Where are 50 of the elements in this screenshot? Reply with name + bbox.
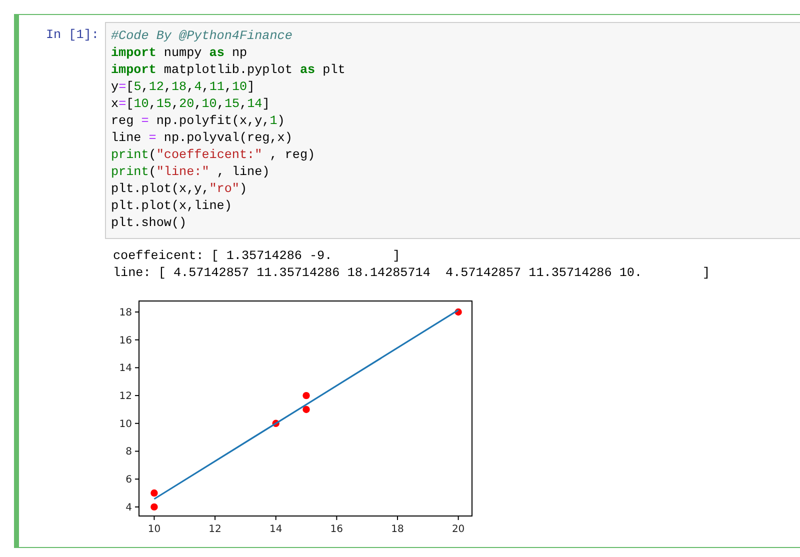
code-line: reg = np.polyfit(x,y,1) bbox=[111, 113, 286, 130]
code-line: line = np.polyval(reg,x) bbox=[111, 130, 294, 147]
input-prompt: In [1]: bbox=[45, 27, 100, 44]
code-line: plt.plot(x,y,"ro") bbox=[111, 181, 248, 198]
y-tick-label: 8 bbox=[126, 446, 132, 458]
data-point bbox=[150, 489, 158, 497]
x-tick: 10 bbox=[148, 516, 161, 535]
x-tick-label: 14 bbox=[269, 524, 282, 535]
y-tick: 8 bbox=[126, 446, 140, 458]
y-tick: 18 bbox=[119, 308, 140, 318]
y-tick-label: 18 bbox=[119, 308, 132, 318]
x-tick-label: 20 bbox=[452, 524, 465, 535]
code-editor[interactable] bbox=[105, 22, 800, 239]
x-tick: 18 bbox=[391, 516, 404, 535]
y-tick: 12 bbox=[119, 391, 140, 402]
code-line: import numpy as np bbox=[111, 45, 248, 62]
x-tick: 16 bbox=[330, 516, 344, 535]
y-tick: 16 bbox=[119, 335, 140, 346]
code-line: #Code By @Python4Finance bbox=[111, 28, 294, 45]
data-point bbox=[150, 503, 158, 511]
x-tick: 14 bbox=[269, 516, 282, 535]
y-tick: 4 bbox=[126, 502, 140, 514]
x-tick-label: 18 bbox=[391, 524, 404, 535]
y-tick-label: 4 bbox=[126, 502, 132, 514]
data-point bbox=[454, 308, 462, 316]
code-line: print("coeffeicent:" , reg) bbox=[111, 147, 316, 164]
y-tick: 6 bbox=[126, 474, 140, 486]
x-tick: 12 bbox=[208, 516, 222, 535]
data-point bbox=[272, 420, 280, 427]
y-tick-label: 12 bbox=[119, 391, 132, 402]
y-tick-label: 10 bbox=[119, 418, 132, 430]
code-line: x=[10,15,20,10,15,14] bbox=[111, 96, 271, 113]
y-tick-label: 6 bbox=[126, 474, 132, 486]
y-tick-label: 14 bbox=[119, 363, 132, 374]
output-text: coeffeicent: [ 1.35714286 -9. ] bbox=[113, 248, 402, 265]
y-tick: 10 bbox=[119, 418, 140, 430]
code-line: y=[5,12,18,4,11,10] bbox=[111, 79, 256, 96]
x-tick-label: 10 bbox=[148, 524, 161, 535]
x-tick-label: 16 bbox=[330, 524, 344, 535]
data-point bbox=[302, 406, 310, 414]
data-point bbox=[302, 392, 310, 400]
output-text: line: [ 4.57142857 11.35714286 18.14285714 4.57142857 11.35714286 10. ] bbox=[113, 265, 712, 282]
code-line: plt.plot(x,line) bbox=[111, 198, 233, 215]
code-line: print("line:" , line) bbox=[111, 164, 271, 181]
code-line: import matplotlib.pyplot as plt bbox=[111, 62, 346, 79]
y-tick: 14 bbox=[119, 363, 140, 374]
x-tick-label: 12 bbox=[208, 524, 222, 535]
code-line: plt.show() bbox=[111, 215, 188, 232]
x-tick: 20 bbox=[452, 516, 465, 535]
y-tick-label: 16 bbox=[119, 335, 132, 346]
